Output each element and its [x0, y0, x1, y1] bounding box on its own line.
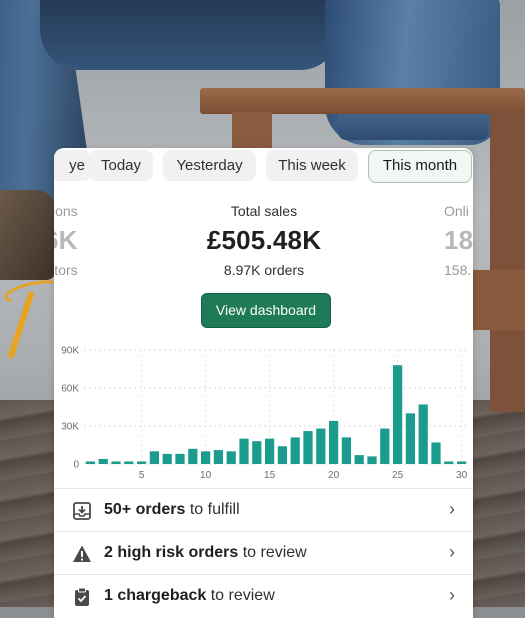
x-tick-label: 5 — [139, 470, 145, 480]
chart-bar[interactable] — [431, 442, 441, 464]
y-tick-label: 90K — [61, 346, 79, 357]
chart-bar[interactable] — [239, 438, 249, 464]
metric-value: 6K — [54, 225, 78, 255]
metric-label: sions — [54, 203, 78, 219]
metric-value: £505.48K — [206, 225, 322, 255]
x-tick-label: 20 — [328, 470, 340, 480]
chevron-right-icon: › — [449, 542, 455, 562]
chart-bar[interactable] — [98, 458, 108, 464]
chart-bar[interactable] — [188, 448, 198, 464]
chevron-right-icon: › — [449, 499, 455, 519]
chevron-right-icon: › — [449, 585, 455, 605]
metric-sub: 8.97K orders — [223, 262, 305, 278]
chart-bar[interactable] — [392, 365, 403, 464]
task-orders-to-fulfill[interactable]: 50+ orders to fulfill › — [54, 488, 473, 531]
y-tick-label: 60K — [61, 384, 79, 395]
chart-bar[interactable] — [341, 437, 352, 464]
x-tick-label: 10 — [200, 470, 212, 480]
chart-bar[interactable] — [149, 451, 160, 464]
x-tick-label: 25 — [392, 470, 404, 480]
tab-today[interactable]: Today — [89, 150, 153, 181]
metric-online[interactable]: Onli 18 158. — [444, 203, 473, 278]
chart-bar[interactable] — [367, 456, 377, 464]
task-text: 1 chargeback to review — [104, 587, 275, 604]
metric-total-sales[interactable]: Total sales £505.48K 8.97K orders — [164, 203, 364, 278]
view-dashboard-button[interactable]: View dashboard — [201, 293, 331, 328]
chart-bar[interactable] — [264, 438, 275, 464]
sales-card: ye Today Yesterday This week This month … — [54, 148, 473, 618]
metric-sub: itors — [54, 262, 78, 278]
metric-sessions[interactable]: sions 6K itors — [54, 203, 78, 278]
metric-label: Total sales — [230, 203, 298, 219]
chart-bar[interactable] — [290, 437, 300, 464]
metric-sub: 158. — [444, 262, 472, 278]
chart-bar[interactable] — [405, 413, 416, 464]
tab-this-month[interactable]: This month — [368, 150, 472, 183]
x-tick-label: 15 — [264, 470, 276, 480]
date-range-tabs: ye Today Yesterday This week This month — [54, 148, 473, 188]
metric-label: Onli — [444, 203, 469, 219]
chart-bar[interactable] — [303, 431, 313, 464]
chart-bar[interactable] — [111, 461, 121, 464]
chart-bar[interactable] — [162, 453, 172, 464]
chart-bar[interactable] — [316, 428, 326, 464]
metric-value: 18 — [444, 225, 473, 255]
y-tick-label: 30K — [61, 422, 79, 433]
task-high-risk-orders[interactable]: 2 high risk orders to review › — [54, 531, 473, 574]
chart-bar[interactable] — [456, 461, 467, 464]
chart-bar[interactable] — [124, 461, 134, 464]
chart-bar[interactable] — [200, 451, 211, 464]
tab-previous[interactable]: ye — [54, 150, 91, 181]
y-tick-label: 0 — [73, 460, 79, 471]
chart-bar[interactable] — [444, 461, 454, 464]
tab-yesterday[interactable]: Yesterday — [163, 150, 256, 181]
task-text: 50+ orders to fulfill — [104, 501, 240, 518]
chart-bar[interactable] — [277, 446, 288, 464]
tab-this-week[interactable]: This week — [266, 150, 358, 181]
chart-bar[interactable] — [328, 420, 339, 464]
chart-bar[interactable] — [226, 451, 236, 464]
chart-bar[interactable] — [213, 450, 224, 464]
clipboard-icon — [75, 587, 89, 606]
task-text: 2 high risk orders to review — [104, 544, 307, 561]
sales-bar-chart: 0 30K 60K 90K 5 10 15 20 25 30 — [61, 346, 468, 480]
chart-bar[interactable] — [418, 404, 428, 464]
x-tick-label: 30 — [456, 470, 468, 480]
chart-bar[interactable] — [136, 461, 147, 464]
chart-bar[interactable] — [354, 455, 364, 464]
task-chargeback[interactable]: 1 chargeback to review › — [54, 574, 473, 617]
warning-icon — [73, 545, 91, 562]
chart-bar[interactable] — [175, 453, 185, 464]
fulfill-icon — [73, 502, 91, 520]
chart-bar[interactable] — [380, 428, 390, 464]
chart-bar[interactable] — [252, 441, 262, 464]
chart-bar[interactable] — [85, 461, 96, 464]
